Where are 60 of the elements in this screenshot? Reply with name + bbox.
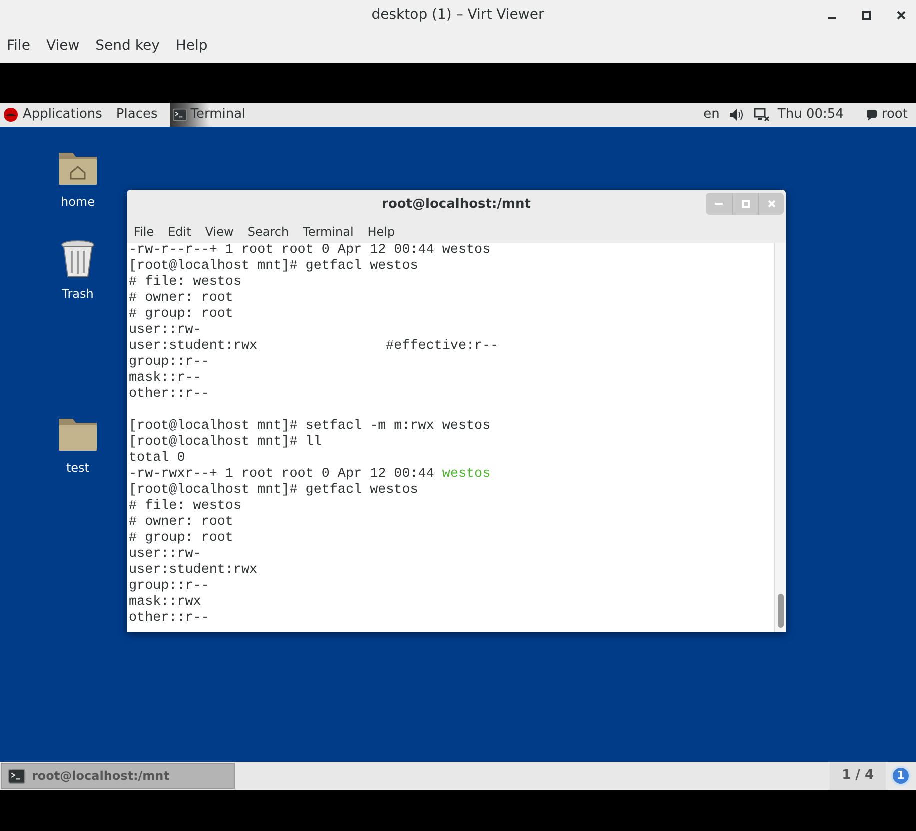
places-menu[interactable]: Places: [116, 105, 158, 125]
terminal-line: mask::rwx: [129, 595, 202, 611]
applications-menu[interactable]: Applications: [23, 105, 102, 125]
terminal-line: # file: westos: [129, 275, 242, 291]
trash-icon: [60, 239, 96, 279]
terminal-line: total 0: [129, 451, 186, 467]
user-menu[interactable]: root: [882, 105, 908, 125]
workspace-indicator[interactable]: 1 / 4: [830, 762, 886, 790]
terminal-icon: [172, 108, 187, 122]
menu-item[interactable]: Send key: [96, 36, 160, 57]
menu-item[interactable]: Edit: [168, 222, 192, 240]
menu-item[interactable]: View: [205, 222, 234, 240]
volume-icon[interactable]: [730, 109, 744, 121]
clock[interactable]: Thu 00:54: [778, 105, 844, 125]
close-icon[interactable]: [897, 10, 906, 20]
menu-item[interactable]: View: [46, 36, 80, 57]
terminal-line: # file: westos: [129, 499, 242, 515]
language-indicator[interactable]: en: [704, 105, 720, 125]
terminal-line: group::r--: [129, 579, 210, 595]
terminal-line: # owner: root: [129, 291, 234, 307]
menu-item[interactable]: Terminal: [303, 222, 354, 240]
terminal-line: user::rw-: [129, 547, 202, 563]
terminal-line: [root@localhost mnt]# getfacl westos: [129, 483, 418, 499]
terminal-line: user:student:rwx #effective:r--: [129, 339, 499, 355]
terminal-line: -rw-rwxr--+ 1 root root 0 Apr 12 00:44: [129, 467, 436, 483]
menu-item[interactable]: File: [7, 36, 30, 57]
minimize-icon: [715, 203, 723, 205]
menu-item[interactable]: File: [134, 222, 154, 240]
terminal-line: [root@localhost mnt]# setfacl -m m:rwx westos: [129, 419, 491, 435]
close-icon: [768, 200, 776, 208]
terminal-line: # owner: root: [129, 515, 234, 531]
terminal-line: user::rw-: [129, 323, 202, 339]
menu-item[interactable]: Search: [248, 222, 290, 240]
network-icon[interactable]: [754, 108, 770, 122]
menu-item[interactable]: Help: [368, 222, 396, 240]
menu-item[interactable]: Help: [176, 36, 208, 57]
window-title: desktop (1) – Virt Viewer: [372, 6, 544, 24]
terminal-line: group::r--: [129, 355, 210, 371]
terminal-line: # group: root: [129, 307, 234, 323]
terminal-line: # group: root: [129, 531, 234, 547]
desktop-icon-label[interactable]: Trash: [62, 285, 94, 303]
scrollbar-thumb[interactable]: [778, 594, 784, 628]
terminal-line: westos: [442, 467, 491, 483]
folder-icon: [57, 417, 99, 453]
terminal-title: root@localhost:/mnt: [382, 196, 531, 214]
hat-logo-icon: [4, 108, 18, 122]
notification-badge[interactable]: 1: [891, 766, 911, 786]
maximize-icon[interactable]: [862, 10, 871, 20]
terminal-line: -rw-r--r--+ 1 root root 0 Apr 12 00:44 westos: [129, 243, 491, 259]
terminal-line: other::r--: [129, 387, 210, 403]
terminal-line: [root@localhost mnt]# ll: [129, 435, 322, 451]
desktop-icon-label[interactable]: home: [60, 193, 96, 211]
terminal-line: [root@localhost mnt]# getfacl westos: [129, 259, 418, 275]
terminal-line: mask::r--: [129, 371, 202, 387]
taskbar-button[interactable]: root@localhost:/mnt: [1, 763, 235, 789]
terminal-icon: [8, 768, 26, 784]
terminal-line: user:student:rwx: [129, 563, 258, 579]
desktop-icon-label[interactable]: test: [66, 459, 90, 477]
terminal-line: other::r--: [129, 611, 210, 627]
maximize-icon: [742, 200, 750, 208]
